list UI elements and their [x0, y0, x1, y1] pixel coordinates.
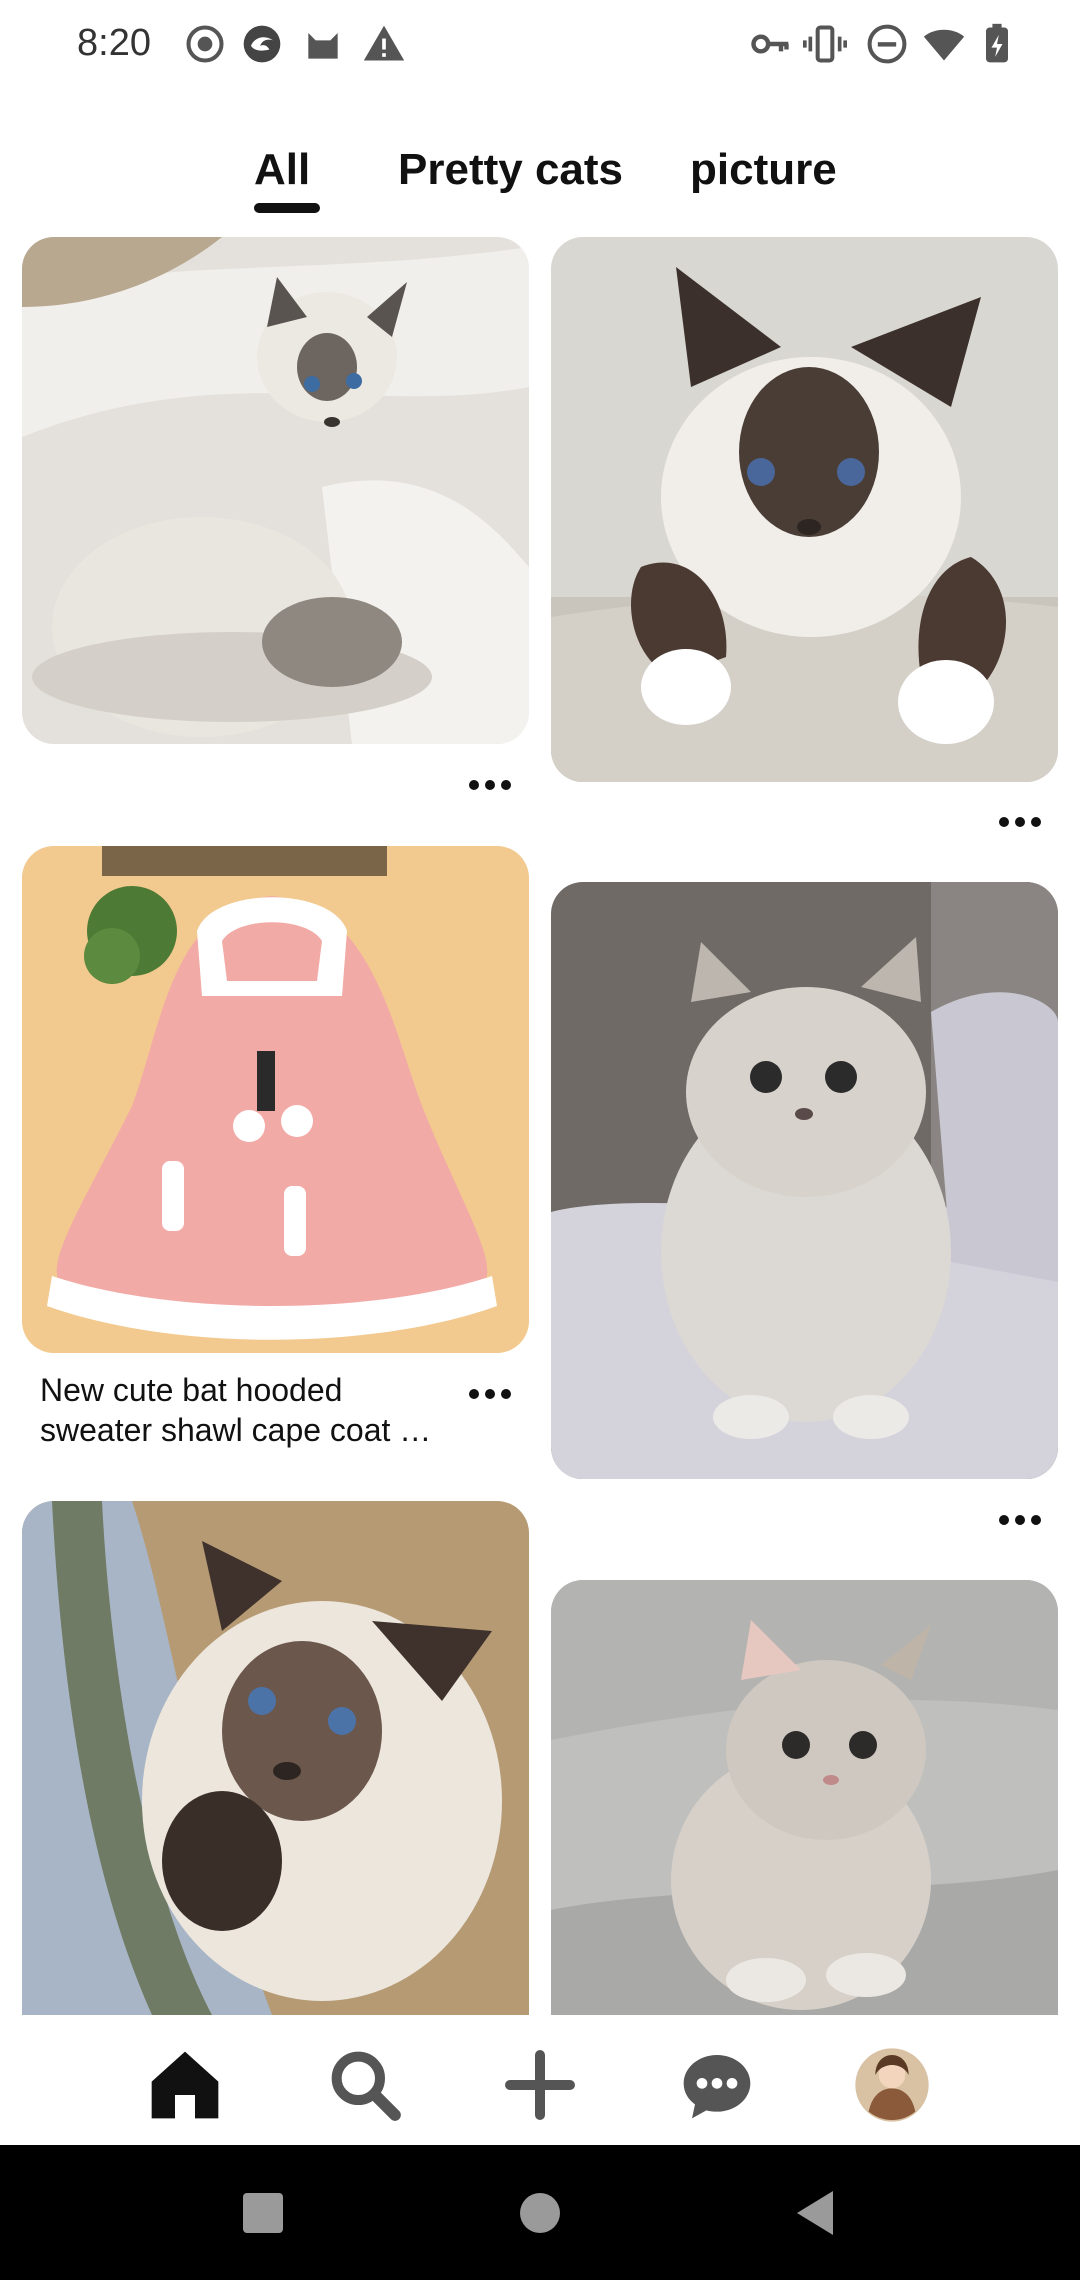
home-icon[interactable]	[145, 2045, 225, 2125]
pin-image-grey-kitten-sofa[interactable]	[551, 1580, 1058, 2015]
status-bar: 8:20	[0, 0, 1080, 90]
messages-icon[interactable]	[677, 2045, 757, 2125]
tab-all[interactable]: All	[254, 145, 310, 195]
profile-avatar[interactable]	[852, 2045, 932, 2125]
battery-icon	[975, 22, 1019, 66]
pin-3-caption-line2: sweater shawl cape coat …	[40, 1412, 432, 1448]
search-icon[interactable]	[325, 2045, 405, 2125]
pin-image-siamese-kitten[interactable]	[22, 237, 529, 744]
vibrate-icon	[803, 22, 847, 66]
pin-1-more-button[interactable]	[460, 765, 520, 805]
bottom-navigation	[0, 2015, 1080, 2145]
dnd-icon	[865, 22, 909, 66]
board-tabs: All Pretty cats picture	[0, 135, 1080, 225]
pin-image-pink-cape[interactable]	[22, 846, 529, 1353]
add-icon[interactable]	[500, 2045, 580, 2125]
pin-3-caption[interactable]: New cute bat hooded sweater shawl cape c…	[40, 1370, 460, 1450]
pin-image-ragdoll-kitten[interactable]	[22, 1501, 529, 2015]
home-system-button[interactable]	[520, 2193, 560, 2233]
pin-2-more-button[interactable]	[990, 802, 1050, 842]
wifi-icon	[922, 22, 966, 66]
pin-3-caption-line1: New cute bat hooded	[40, 1372, 343, 1408]
record-icon	[183, 22, 227, 66]
cat-icon	[301, 22, 345, 66]
pin-4-more-button[interactable]	[990, 1500, 1050, 1540]
pin-3-more-button[interactable]	[460, 1374, 520, 1414]
tab-pretty-cats[interactable]: Pretty cats	[398, 145, 623, 195]
app-icon	[240, 22, 284, 66]
system-navigation-bar	[0, 2145, 1080, 2280]
pin-image-fluffy-grey-kitten[interactable]	[551, 882, 1058, 1479]
warning-icon	[362, 22, 406, 66]
status-time: 8:20	[77, 22, 151, 64]
pin-image-siamese-cat-perch[interactable]	[551, 237, 1058, 782]
key-icon	[748, 22, 792, 66]
tab-selected-indicator	[254, 203, 320, 213]
recents-button[interactable]	[243, 2193, 283, 2233]
back-button[interactable]	[795, 2189, 835, 2237]
tab-picture[interactable]: picture	[690, 145, 837, 195]
